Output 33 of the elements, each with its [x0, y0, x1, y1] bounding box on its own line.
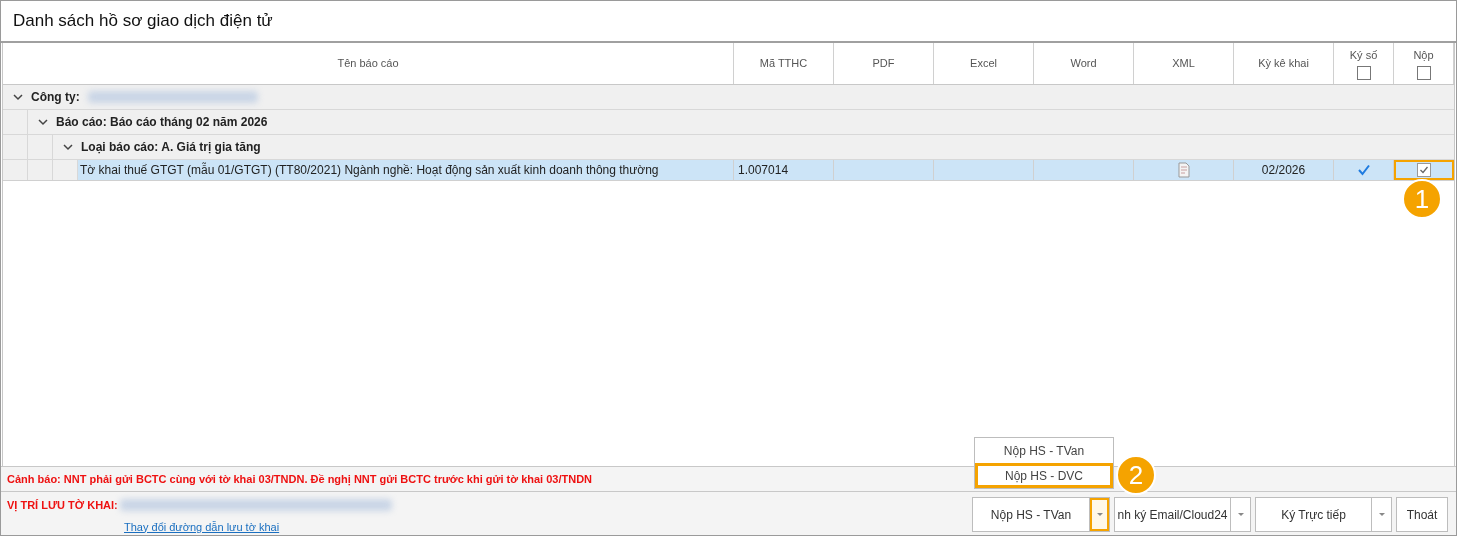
chevron-icon[interactable] [63, 142, 73, 152]
menu-item[interactable]: Nộp HS - DVC [975, 463, 1113, 488]
annotation-badge: 2 [1116, 455, 1156, 495]
checkbox[interactable] [1356, 66, 1371, 81]
warning-text: Cảnh báo: NNT phải gửi BCTC cùng với tờ khai 03/TNDN. Đề nghị NNT gửi BCTC trước khi gửi tờ khai 03/TNDN [7, 471, 593, 488]
column-header[interactable]: Excel [970, 55, 997, 72]
split-button[interactable]: Ký Trực tiếp [1255, 497, 1392, 532]
save-location-label: VỊ TRÍ LƯU TỜ KHAI: [7, 498, 118, 514]
checkbox[interactable] [1417, 163, 1431, 177]
column-header[interactable]: PDF [872, 55, 895, 72]
split-button[interactable]: nh ký Email/Cloud24 [1114, 497, 1251, 532]
checkbox[interactable] [1416, 66, 1431, 81]
change-path-link[interactable]: Thay đổi đường dẫn lưu tờ khai [124, 518, 972, 535]
column-header[interactable]: Kỳ kê khai [1258, 55, 1309, 72]
column-header[interactable]: Mã TTHC [759, 55, 808, 72]
table-cell-text: 02/2026 [1261, 162, 1306, 179]
column-header[interactable]: Ký số [1349, 46, 1378, 64]
column-header[interactable]: XML [1172, 55, 1195, 72]
column-header[interactable]: Tên báo cáo [337, 55, 399, 72]
group-label: Công ty: [31, 89, 80, 106]
group-label: Báo cáo: Báo cáo tháng 02 năm 2026 [56, 114, 268, 131]
group-label: Loại báo cáo: A. Giá trị gia tăng [81, 139, 261, 156]
column-header[interactable]: Nộp [1413, 46, 1434, 64]
table-cell: Tờ khai thuế GTGT (mẫu 01/GTGT) (TT80/2021) Ngành nghề: Hoạt động sản xuất kinh doanh thông thường [80, 161, 659, 179]
exit-button[interactable]: Thoát [1396, 497, 1448, 532]
table-cell-text: 1.007014 [738, 162, 789, 179]
split-button[interactable]: Nộp HS - TVan [972, 497, 1110, 532]
menu-item[interactable]: Nộp HS - TVan [975, 438, 1113, 463]
chevron-icon[interactable] [38, 117, 48, 127]
window-title: Danh sách hồ sơ giao dịch điện tử [13, 10, 273, 33]
chevron-icon[interactable] [13, 92, 23, 102]
column-header[interactable]: Word [1070, 55, 1097, 72]
annotation-badge: 1 [1402, 179, 1442, 219]
